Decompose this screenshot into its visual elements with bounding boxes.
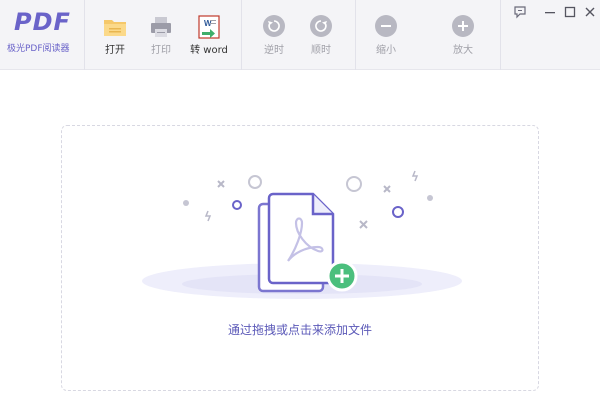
zoom-out-label: 缩小 <box>376 45 396 56</box>
to-word-button[interactable]: W 转 word <box>184 0 234 70</box>
decor-cross <box>217 180 225 188</box>
minimize-icon[interactable] <box>543 5 557 19</box>
decor-bolt <box>204 210 212 222</box>
pdf-document-icon <box>257 192 335 293</box>
drop-hint: 通过拖拽或点击来添加文件 <box>227 323 372 337</box>
printer-icon <box>151 17 171 37</box>
to-word-label: 转 word <box>190 45 228 56</box>
decor-bolt <box>411 170 419 182</box>
divider <box>355 0 356 70</box>
decor-dot <box>183 200 189 206</box>
divider <box>500 0 501 70</box>
zoom-in-label: 放大 <box>453 45 473 56</box>
close-icon[interactable] <box>583 5 597 19</box>
decor-cross <box>359 220 368 229</box>
open-label: 打开 <box>105 45 125 56</box>
feedback-icon[interactable] <box>513 5 527 19</box>
rotate-cw-button[interactable]: 顺时 <box>296 0 346 70</box>
rotate-ccw-label: 逆时 <box>264 45 284 56</box>
add-badge-icon <box>326 260 358 292</box>
app-logo: PDF 极光PDF阅读器 <box>0 0 84 70</box>
toolbar: PDF 极光PDF阅读器 打开 打印 W 转 word 逆时 顺时 缩小 放大 <box>0 0 600 70</box>
rotate-ccw-icon <box>263 15 285 37</box>
print-button[interactable]: 打印 <box>136 0 186 70</box>
decor-circle <box>248 175 262 189</box>
add-file-illustration <box>142 170 462 299</box>
decor-dot <box>427 195 433 201</box>
logo-mark: PDF <box>14 8 71 36</box>
app-name: 极光PDF阅读器 <box>7 44 70 54</box>
open-button[interactable]: 打开 <box>90 0 140 70</box>
rotate-cw-label: 顺时 <box>311 45 331 56</box>
decor-circle <box>346 176 362 192</box>
minus-icon <box>375 15 397 37</box>
word-convert-icon: W <box>198 15 220 39</box>
folder-icon <box>104 20 126 36</box>
maximize-icon[interactable] <box>563 5 577 19</box>
plus-icon <box>452 15 474 37</box>
decor-circle <box>232 200 242 210</box>
divider <box>241 0 242 70</box>
zoom-in-button[interactable]: 放大 <box>438 0 488 70</box>
divider <box>84 0 85 70</box>
rotate-ccw-button[interactable]: 逆时 <box>249 0 299 70</box>
zoom-out-button[interactable]: 缩小 <box>361 0 411 70</box>
decor-circle <box>392 206 404 218</box>
rotate-cw-icon <box>310 15 332 37</box>
drop-zone[interactable]: 通过拖拽或点击来添加文件 <box>61 125 539 391</box>
decor-cross <box>383 185 391 193</box>
print-label: 打印 <box>151 45 171 56</box>
